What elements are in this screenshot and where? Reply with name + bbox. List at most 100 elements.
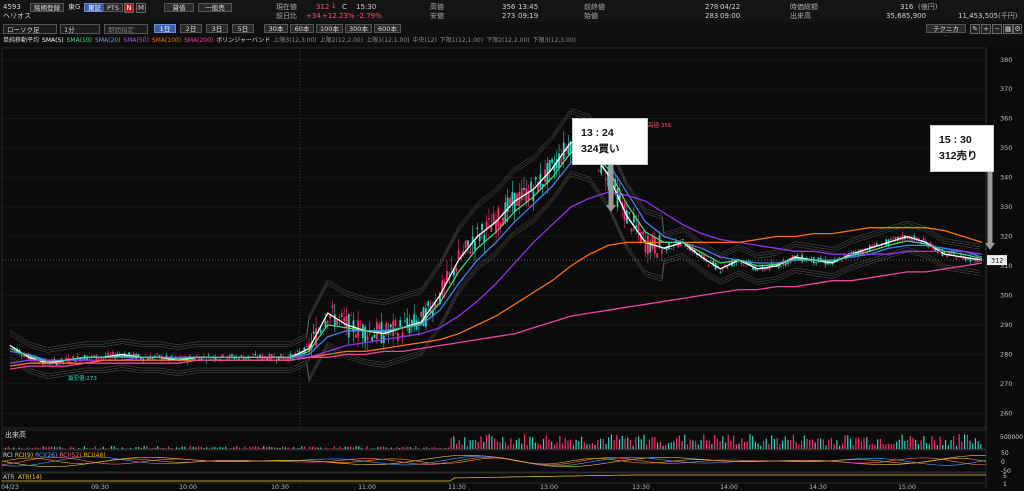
volume-bar — [858, 437, 860, 449]
volume-bar — [407, 446, 409, 449]
volume-bar — [358, 446, 360, 449]
volume-bar — [379, 446, 382, 449]
candle-body — [815, 262, 818, 264]
volume-bar — [800, 441, 803, 449]
volume-bar — [121, 447, 124, 449]
volume-bar — [206, 447, 208, 449]
rci-legend: RCI RCI(9) RCI(26) RCI(52) RCI(48) — [3, 453, 106, 459]
candle-body — [231, 354, 233, 357]
candle-body — [74, 361, 77, 363]
volume-bar — [208, 448, 210, 449]
volume-bar — [116, 448, 118, 449]
volume-bar — [355, 446, 357, 449]
volume-bar — [5, 447, 7, 449]
volume-bar — [526, 445, 528, 449]
volume-bar — [863, 438, 865, 449]
price-chart[interactable]: 260270280290300310320330340350360370380 … — [0, 0, 1024, 491]
rci-legend-item: RCI(48) — [83, 452, 106, 459]
volume-bar — [540, 444, 542, 449]
volume-bar — [138, 446, 140, 449]
volume-bar — [534, 442, 536, 449]
volume-bar — [662, 445, 664, 449]
candle-body — [296, 350, 299, 352]
candle-body — [403, 320, 406, 322]
candle-body — [240, 355, 243, 356]
volume-bar — [252, 446, 254, 449]
volume-bar — [195, 447, 197, 449]
volume-bar — [817, 438, 819, 449]
volume-bar — [426, 446, 428, 449]
volume-scale: 500000 — [1000, 434, 1023, 441]
volume-bar — [203, 448, 205, 449]
volume-bar — [700, 439, 702, 449]
volume-bar — [681, 441, 683, 449]
volume-bar — [640, 439, 642, 449]
volume-bar — [972, 443, 974, 449]
volume-bar — [950, 440, 952, 449]
volume-bar — [532, 437, 534, 449]
volume-bar — [746, 441, 748, 449]
volume-bar — [670, 442, 672, 449]
volume-bar — [488, 434, 490, 449]
volume-bar — [523, 434, 526, 449]
candle-body — [646, 235, 649, 255]
candle-body — [420, 311, 423, 317]
volume-bar — [561, 443, 564, 449]
volume-bar — [56, 446, 58, 449]
volume-bar — [890, 443, 892, 449]
volume-bar — [404, 447, 406, 449]
candle-body — [97, 358, 100, 360]
volume-bar — [589, 444, 591, 449]
candle-body — [943, 252, 946, 253]
volume-bar — [339, 446, 341, 449]
volume-bar — [396, 447, 398, 449]
candle-body — [642, 231, 645, 235]
candle-body — [726, 266, 729, 268]
volume-bar — [230, 448, 232, 449]
volume-bar — [830, 437, 833, 449]
volume-bar — [934, 440, 936, 449]
volume-bar — [624, 438, 626, 449]
volume-bar — [689, 439, 691, 449]
volume-bar — [923, 435, 925, 449]
volume-bar — [605, 443, 607, 449]
volume-bar — [722, 436, 724, 449]
volume-bar — [458, 439, 460, 449]
volume-bar — [37, 447, 39, 449]
price-tick-label: 330 — [1000, 203, 1012, 211]
volume-bar — [955, 445, 958, 449]
volume-bar — [939, 436, 941, 449]
volume-bar — [833, 444, 835, 449]
candle-body — [780, 266, 782, 267]
volume-bar — [977, 441, 979, 449]
time-tick-label: 13:30 — [632, 484, 650, 491]
volume-bar — [154, 447, 156, 449]
candle-body — [700, 254, 703, 256]
candle-body — [137, 354, 140, 357]
volume-bar — [806, 438, 808, 449]
volume-bar — [314, 447, 316, 449]
sell-text: 312売り — [939, 150, 978, 163]
candle-body — [826, 263, 829, 265]
volume-bar — [502, 437, 504, 449]
volume-bar — [360, 447, 363, 449]
volume-bar — [328, 448, 330, 449]
rci-panel — [1, 449, 987, 473]
volume-bar — [773, 438, 776, 449]
volume-bar — [542, 438, 545, 449]
volume-bar — [545, 435, 547, 449]
volume-bar — [825, 445, 827, 449]
volume-bar — [271, 446, 273, 449]
volume-bar — [860, 441, 862, 449]
volume-bar — [635, 437, 637, 449]
candle-body — [488, 218, 490, 220]
volume-bar — [841, 443, 843, 449]
volume-bar — [181, 446, 183, 449]
volume-bar — [637, 436, 640, 449]
candle-body — [604, 178, 607, 181]
volume-bar — [496, 441, 498, 449]
volume-bar — [43, 446, 45, 449]
buy-annotation: 13 : 24 324買い — [572, 118, 648, 165]
volume-bar — [507, 445, 509, 449]
candle-body — [467, 240, 469, 246]
